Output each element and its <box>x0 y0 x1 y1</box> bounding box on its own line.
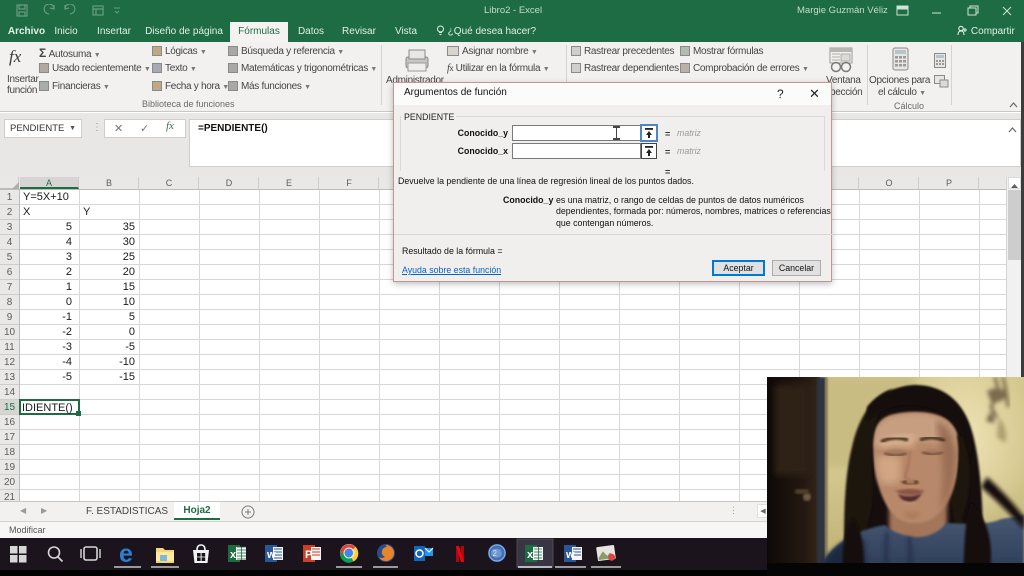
svg-text:w: w <box>266 549 276 561</box>
svg-text:w: w <box>565 549 575 561</box>
svg-text:x: x <box>527 549 534 561</box>
svg-text:fx: fx <box>9 47 22 66</box>
svg-text:x: x <box>230 549 237 561</box>
svg-text:e: e <box>119 540 133 568</box>
svg-text:2: 2 <box>493 549 498 558</box>
svg-text:P: P <box>305 549 312 561</box>
